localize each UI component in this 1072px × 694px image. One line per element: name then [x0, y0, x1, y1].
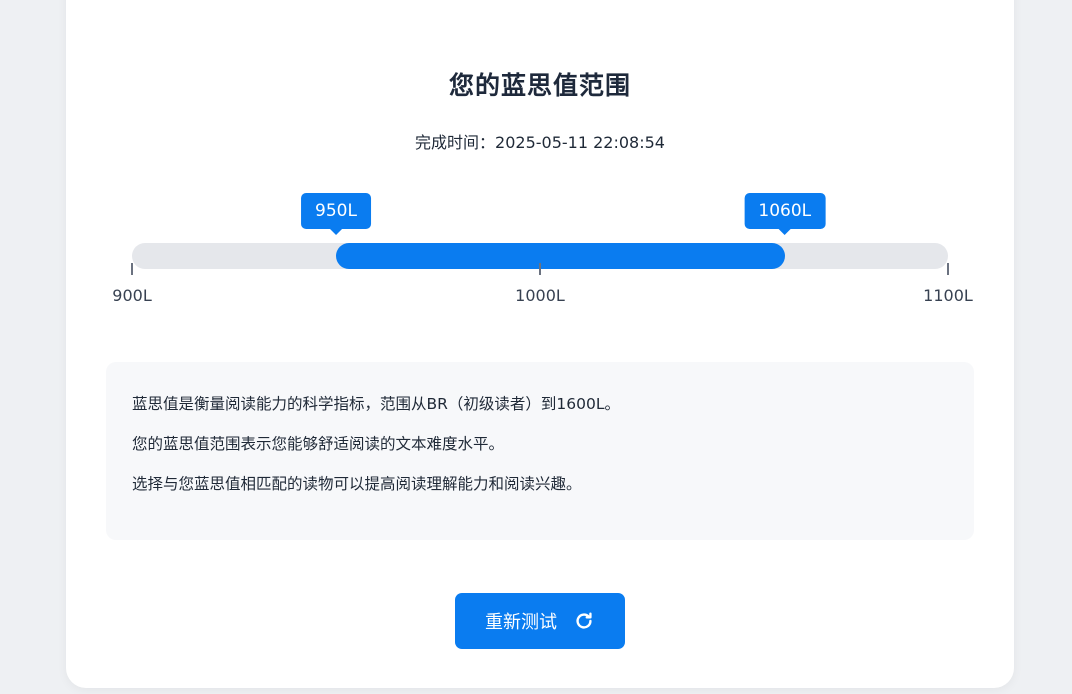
- info-line: 选择与您蓝思值相匹配的读物可以提高阅读理解能力和阅读兴趣。: [132, 475, 582, 493]
- completion-time-row: 完成时间：2025-05-11 22:08:54: [66, 129, 1014, 153]
- range-fill: [336, 243, 785, 269]
- range-low-marker: 950L: [301, 193, 371, 235]
- range-high-marker: 1060L: [744, 193, 826, 235]
- refresh-icon: [573, 610, 595, 632]
- tick-label-900: 900L: [112, 286, 152, 305]
- page-title: 您的蓝思值范围: [448, 71, 631, 100]
- tick-mark-1100: [947, 263, 949, 275]
- tick-label-1000: 1000L: [515, 286, 565, 305]
- info-line: 您的蓝思值范围表示您能够舒适阅读的文本难度水平。: [132, 435, 505, 453]
- retest-label: 重新测试: [485, 612, 557, 632]
- tick-mark-1000: [539, 263, 541, 275]
- completion-time: 2025-05-11 22:08:54: [495, 133, 665, 152]
- tick-label-1100: 1100L: [923, 286, 973, 305]
- info-line: 蓝思值是衡量阅读能力的科学指标，范围从BR（初级读者）到1600L。: [132, 395, 620, 413]
- info-box: 蓝思值是衡量阅读能力的科学指标，范围从BR（初级读者）到1600L。 您的蓝思值…: [106, 362, 974, 540]
- tick-mark-900: [131, 263, 133, 275]
- retest-button[interactable]: 重新测试: [455, 593, 625, 649]
- result-card: 您的蓝思值范围 完成时间：2025-05-11 22:08:54: [66, 0, 1014, 688]
- completion-label: 完成时间：: [415, 133, 496, 152]
